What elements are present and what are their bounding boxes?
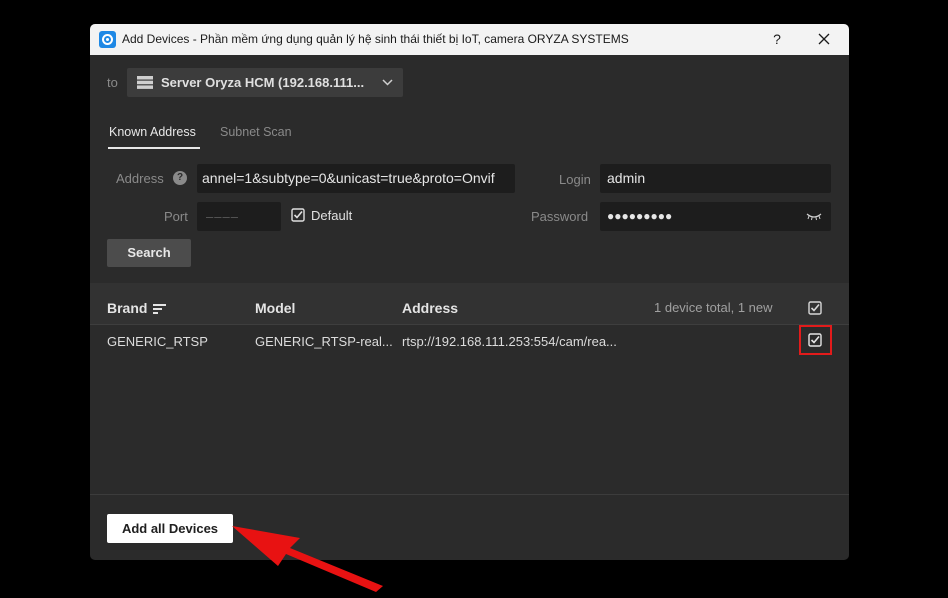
default-label: Default bbox=[311, 208, 353, 223]
server-label: Server Oryza HCM (192.168.111... bbox=[161, 75, 365, 90]
active-tab-indicator bbox=[108, 147, 200, 149]
login-value: admin bbox=[607, 170, 646, 186]
row-address: rtsp://192.168.111.253:554/cam/rea... bbox=[402, 334, 617, 349]
password-input[interactable]: ●●●●●●●●● bbox=[600, 202, 831, 231]
title-bar: Add Devices - Phần mềm ứng dụng quản lý … bbox=[90, 24, 849, 55]
port-label: Port bbox=[164, 209, 188, 224]
to-label: to bbox=[107, 75, 118, 90]
row-checkbox-highlight[interactable] bbox=[799, 325, 832, 355]
column-brand[interactable]: Brand bbox=[107, 300, 147, 316]
device-count: 1 device total, 1 new bbox=[654, 300, 773, 315]
tab-known-address[interactable]: Known Address bbox=[109, 125, 196, 139]
header-divider bbox=[90, 324, 849, 325]
column-model[interactable]: Model bbox=[255, 300, 295, 316]
footer-divider bbox=[90, 494, 849, 495]
login-input[interactable]: admin bbox=[600, 164, 831, 193]
password-value: ●●●●●●●●● bbox=[607, 209, 673, 223]
address-label: Address bbox=[116, 171, 164, 186]
add-all-devices-button[interactable]: Add all Devices bbox=[107, 514, 233, 543]
server-dropdown[interactable]: Server Oryza HCM (192.168.111... bbox=[127, 68, 403, 97]
table-header: Brand Model Address 1 device total, 1 ne… bbox=[90, 283, 849, 325]
column-address[interactable]: Address bbox=[402, 300, 458, 316]
address-input[interactable]: annel=1&subtype=0&unicast=true&proto=Onv… bbox=[197, 164, 515, 193]
server-icon bbox=[137, 76, 153, 89]
red-arrow-annotation bbox=[232, 526, 383, 592]
row-checkbox[interactable] bbox=[808, 333, 822, 347]
default-checkbox[interactable] bbox=[291, 208, 305, 222]
sort-icon[interactable] bbox=[153, 304, 166, 314]
row-brand: GENERIC_RTSP bbox=[107, 334, 208, 349]
login-label: Login bbox=[559, 172, 591, 187]
search-button[interactable]: Search bbox=[107, 239, 191, 267]
chevron-down-icon bbox=[382, 79, 393, 86]
hidden-eye-icon[interactable] bbox=[806, 212, 822, 221]
address-value: annel=1&subtype=0&unicast=true&proto=Onv… bbox=[202, 170, 495, 186]
help-icon[interactable]: ? bbox=[173, 171, 187, 185]
window-title: Add Devices - Phần mềm ứng dụng quản lý … bbox=[122, 32, 629, 46]
password-label: Password bbox=[531, 209, 589, 224]
tab-subnet-scan[interactable]: Subnet Scan bbox=[220, 125, 292, 139]
help-button[interactable]: ? bbox=[766, 29, 788, 49]
app-logo-icon bbox=[99, 31, 116, 48]
close-icon[interactable] bbox=[813, 29, 835, 49]
add-devices-window: Add Devices - Phần mềm ứng dụng quản lý … bbox=[90, 24, 849, 560]
select-all-checkbox[interactable] bbox=[808, 301, 822, 315]
row-model: GENERIC_RTSP-real... bbox=[255, 334, 393, 349]
port-placeholder: –––– bbox=[206, 209, 239, 224]
port-input[interactable]: –––– bbox=[197, 202, 281, 231]
